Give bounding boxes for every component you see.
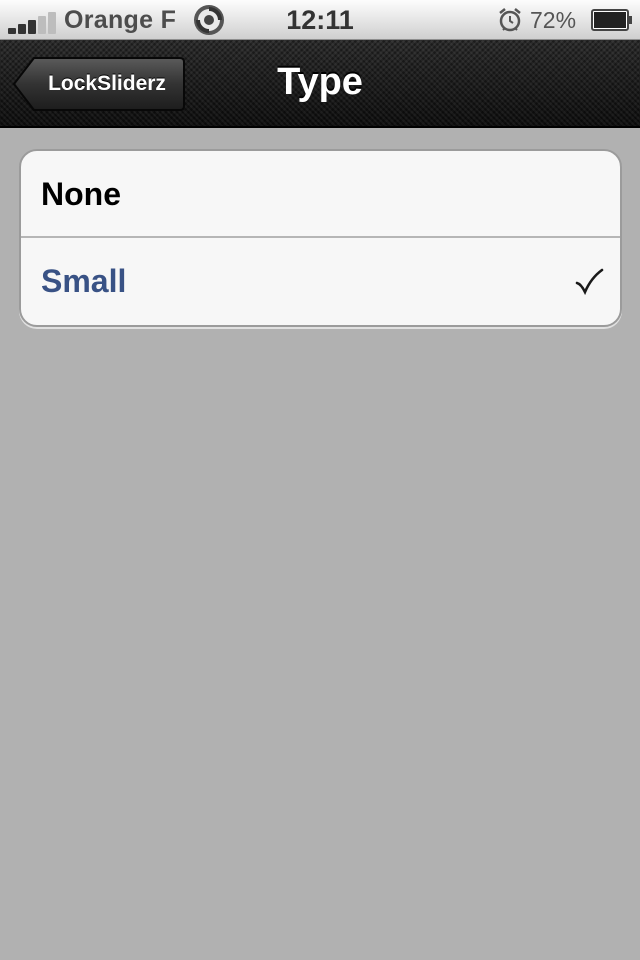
options-list: None Small [19, 149, 622, 327]
back-button[interactable]: LockSliderz [12, 56, 186, 112]
option-label: None [41, 176, 121, 212]
navigation-bar: LockSliderz Type [0, 40, 640, 128]
checkmark-icon [575, 268, 604, 296]
page-title: Type [277, 61, 363, 103]
option-none[interactable]: None [21, 151, 620, 238]
option-label: Small [41, 263, 127, 299]
back-button-label: LockSliderz [48, 72, 166, 95]
option-small[interactable]: Small [21, 238, 620, 325]
alarm-icon [499, 8, 521, 32]
battery-icon [591, 9, 632, 31]
status-bar: Orange F 12:11 72% [0, 0, 640, 40]
battery-percentage: 72% [530, 7, 577, 33]
